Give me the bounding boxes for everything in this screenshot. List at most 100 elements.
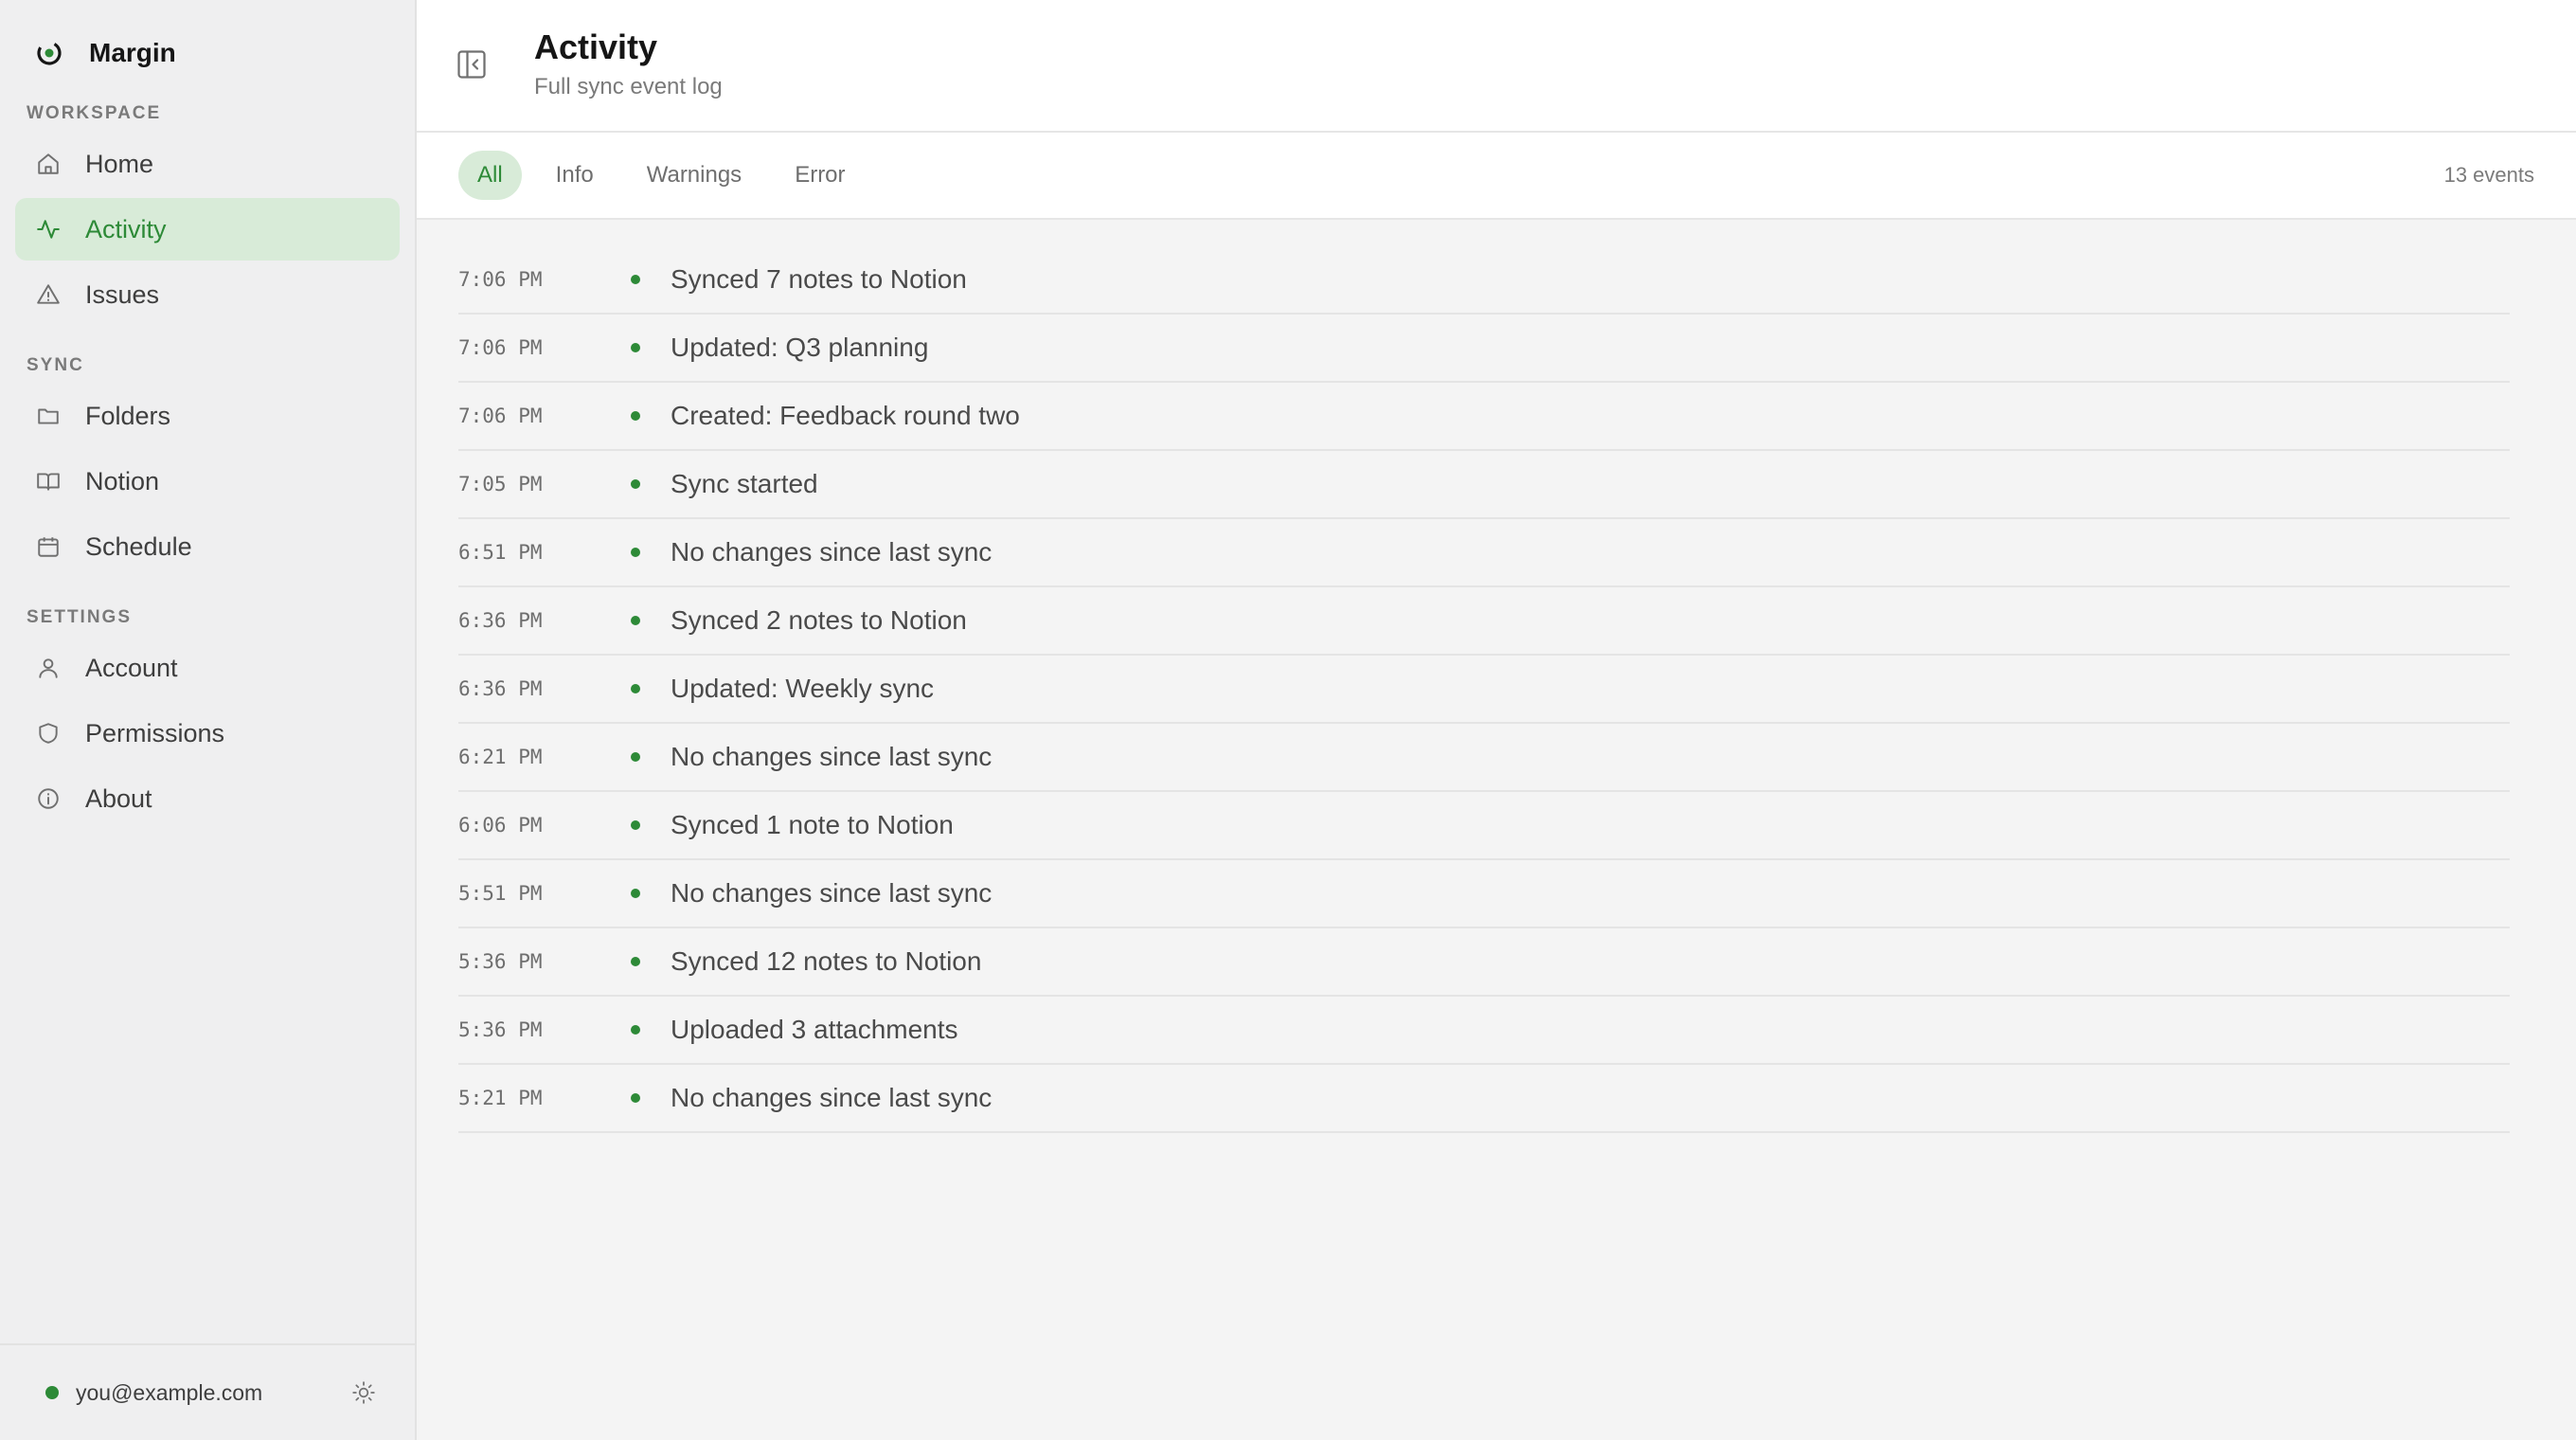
info-icon [34, 784, 63, 813]
filter-tab-all[interactable]: All [458, 151, 522, 200]
log-status-dot [631, 548, 640, 557]
sidebar-item-about[interactable]: About [15, 767, 400, 830]
log-status-dot [631, 1025, 640, 1035]
settings-section: SETTINGS Account Permissions About [0, 604, 415, 830]
filter-tab-info[interactable]: Info [537, 151, 613, 200]
log-time: 7:05 PM [458, 473, 543, 495]
sidebar-item-activity[interactable]: Activity [15, 198, 400, 261]
sync-section: SYNC Folders Notion Schedule [0, 352, 415, 578]
log-row: 5:36 PM Synced 12 notes to Notion [458, 928, 2510, 997]
log-time: 6:36 PM [458, 677, 543, 700]
main-content: Activity Full sync event log All Info Wa… [417, 0, 2576, 1440]
home-icon [34, 150, 63, 178]
log-time: 6:51 PM [458, 541, 543, 564]
log-row: 5:51 PM No changes since last sync [458, 860, 2510, 928]
sidebar-item-label: Notion [85, 466, 160, 495]
header-text: Activity Full sync event log [534, 25, 723, 100]
log-status-dot [631, 479, 640, 489]
log-time: 5:51 PM [458, 882, 543, 905]
user-email: you@example.com [76, 1379, 263, 1405]
log-row: 6:21 PM No changes since last sync [458, 724, 2510, 792]
log-message: Updated: Q3 planning [671, 333, 929, 362]
sidebar-item-label: Folders [85, 401, 171, 430]
log-row: 6:06 PM Synced 1 note to Notion [458, 792, 2510, 860]
app-name: Margin [89, 38, 176, 67]
warning-icon [34, 280, 63, 309]
sidebar-item-label: About [85, 783, 152, 813]
log-time: 7:06 PM [458, 405, 543, 427]
log-message: Synced 2 notes to Notion [671, 605, 967, 635]
margin-logo-icon [34, 38, 64, 68]
sidebar-item-permissions[interactable]: Permissions [15, 702, 400, 765]
log-row: 5:36 PM Uploaded 3 attachments [458, 997, 2510, 1065]
log-row: 5:21 PM No changes since last sync [458, 1065, 2510, 1133]
log-time: 6:36 PM [458, 609, 543, 632]
log-status-dot [631, 275, 640, 284]
log-time: 6:06 PM [458, 814, 543, 837]
log-time: 7:06 PM [458, 268, 543, 291]
page-title: Activity [534, 27, 658, 66]
sidebar-item-schedule[interactable]: Schedule [15, 515, 400, 578]
page-header: Activity Full sync event log [417, 0, 2576, 133]
sun-icon [352, 1381, 375, 1404]
event-log: 7:06 PM Synced 7 notes to Notion 7:06 PM Up… [417, 220, 2576, 1133]
sidebar-toggle-icon [457, 50, 486, 79]
log-status-dot [631, 1093, 640, 1103]
log-time: 5:36 PM [458, 1018, 543, 1041]
log-message: No changes since last sync [671, 537, 993, 567]
log-message: Uploaded 3 attachments [671, 1015, 958, 1044]
log-row: 6:36 PM Updated: Weekly sync [458, 656, 2510, 724]
filter-tab-error[interactable]: Error [776, 151, 864, 200]
events-count: 13 events [2443, 163, 2534, 187]
log-row: 6:36 PM Synced 2 notes to Notion [458, 587, 2510, 656]
log-message: No changes since last sync [671, 1083, 993, 1112]
book-icon [34, 467, 63, 495]
sidebar-item-label: Permissions [85, 718, 225, 747]
connection-status-dot [45, 1386, 59, 1399]
section-label-workspace: WORKSPACE [27, 103, 162, 123]
log-message: Updated: Weekly sync [671, 674, 935, 703]
log-row: 7:05 PM Sync started [458, 451, 2510, 519]
sidebar-item-folders[interactable]: Folders [15, 385, 400, 447]
log-time: 5:21 PM [458, 1087, 543, 1109]
log-time: 7:06 PM [458, 336, 543, 359]
log-message: No changes since last sync [671, 742, 993, 771]
log-status-dot [631, 889, 640, 898]
log-row: 7:06 PM Created: Feedback round two [458, 383, 2510, 451]
sidebar-item-home[interactable]: Home [15, 133, 400, 195]
log-message: Synced 1 note to Notion [671, 810, 954, 839]
log-status-dot [631, 343, 640, 352]
log-message: Sync started [671, 469, 818, 498]
log-row: 7:06 PM Updated: Q3 planning [458, 315, 2510, 383]
log-time: 6:21 PM [458, 746, 543, 768]
log-message: Synced 12 notes to Notion [671, 946, 982, 976]
shield-icon [34, 719, 63, 747]
log-status-dot [631, 684, 640, 693]
filter-bar: All Info Warnings Error 13 events [417, 133, 2576, 220]
theme-toggle-button[interactable] [347, 1376, 381, 1410]
sidebar-footer: you@example.com [0, 1343, 415, 1440]
brand: Margin [0, 27, 415, 80]
collapse-sidebar-button[interactable] [455, 47, 489, 81]
sidebar-item-label: Account [85, 653, 178, 682]
user-icon [34, 654, 63, 682]
workspace-section: WORKSPACE Home Activity Issues [0, 100, 415, 326]
sidebar: Margin WORKSPACE Home Activity Issues SY… [0, 0, 417, 1440]
sidebar-item-account[interactable]: Account [15, 637, 400, 699]
log-message: No changes since last sync [671, 878, 993, 908]
log-status-dot [631, 957, 640, 966]
sidebar-item-label: Home [85, 149, 154, 178]
section-label-sync: SYNC [27, 355, 84, 375]
sidebar-item-label: Activity [85, 214, 167, 243]
sidebar-item-notion[interactable]: Notion [15, 450, 400, 513]
sidebar-item-label: Schedule [85, 531, 192, 561]
filter-tab-warnings[interactable]: Warnings [628, 151, 760, 200]
log-row: 7:06 PM Synced 7 notes to Notion [458, 246, 2510, 315]
sidebar-item-label: Issues [85, 279, 160, 309]
log-row: 6:51 PM No changes since last sync [458, 519, 2510, 587]
folder-icon [34, 402, 63, 430]
sidebar-item-issues[interactable]: Issues [15, 263, 400, 326]
log-message: Created: Feedback round two [671, 401, 1020, 430]
calendar-icon [34, 532, 63, 561]
activity-icon [34, 215, 63, 243]
